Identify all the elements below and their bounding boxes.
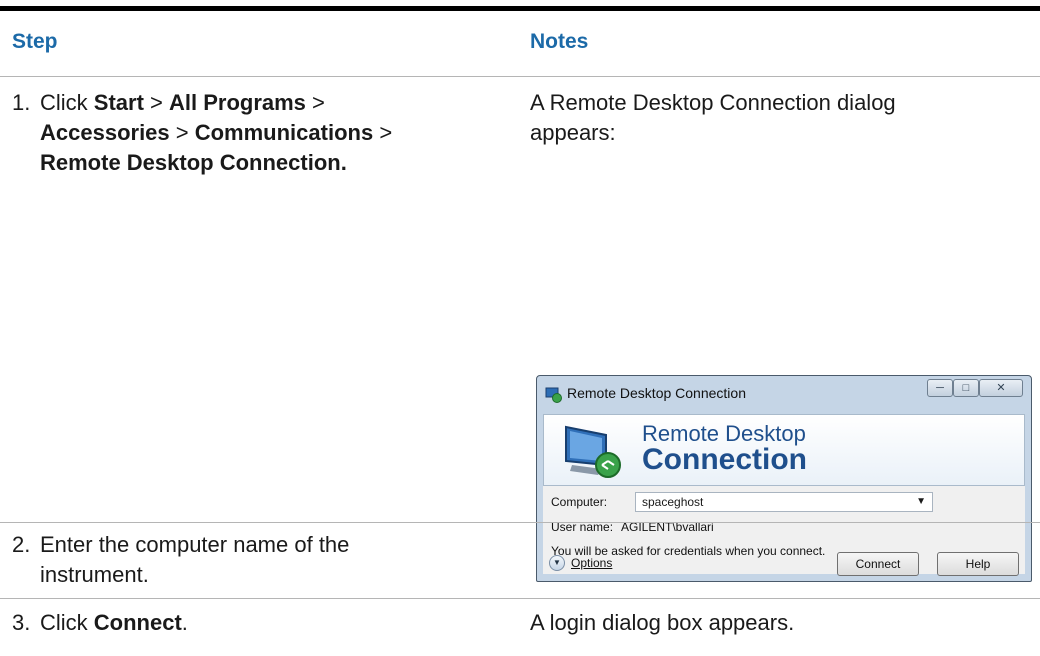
remote-desktop-icon — [545, 387, 562, 403]
header-divider — [0, 76, 1040, 77]
menu-remote-desktop-connection: Remote Desktop Connection. — [40, 150, 347, 175]
options-link[interactable]: Options — [571, 556, 612, 570]
row-1-divider — [0, 522, 1040, 523]
remote-desktop-dialog: Remote Desktop Connection ─ □ ✕ Remote D… — [536, 375, 1032, 582]
step-2-number: 2. — [12, 532, 31, 557]
top-rule — [0, 6, 1040, 11]
column-header-step: Step — [12, 30, 58, 53]
row-2-divider — [0, 598, 1040, 599]
step-2-text: 2. Enter the computer name of the instrum… — [12, 532, 350, 587]
connect-button[interactable]: Connect — [837, 552, 919, 576]
connect-keyword: Connect — [93, 610, 182, 635]
computer-combobox[interactable]: spaceghost ▼ — [635, 492, 933, 512]
maximize-icon[interactable]: □ — [953, 379, 979, 397]
menu-accessories: Accessories — [40, 120, 170, 145]
minimize-icon[interactable]: ─ — [927, 379, 953, 397]
step-3-text: 3. Click Connect. — [12, 608, 492, 638]
monitor-icon — [565, 425, 621, 478]
banner-title-line2: Connection — [642, 443, 807, 476]
step-1-note: A Remote Desktop Connection dialog appea… — [530, 90, 896, 145]
options-expand-icon[interactable]: ▼ — [549, 555, 565, 571]
dialog-banner: Remote Desktop Connection — [543, 414, 1025, 486]
computer-value: spaceghost — [642, 495, 704, 509]
step-1-number: 1. — [12, 90, 31, 115]
dropdown-arrow-icon[interactable]: ▼ — [916, 493, 926, 511]
dialog-title: Remote Desktop Connection — [567, 385, 746, 401]
help-button[interactable]: Help — [937, 552, 1019, 576]
menu-all-programs: All Programs — [168, 90, 306, 115]
menu-communications: Communications — [194, 120, 374, 145]
step-3-number: 3. — [12, 610, 31, 635]
step-3-note: A login dialog box appears. — [530, 610, 795, 635]
menu-start: Start — [93, 90, 144, 115]
step-1-text: 1. Click Start > All Programs > Accessori… — [12, 90, 393, 175]
column-header-notes: Notes — [530, 30, 589, 53]
dialog-titlebar: Remote Desktop Connection ─ □ ✕ — [537, 376, 1031, 414]
close-icon[interactable]: ✕ — [979, 379, 1023, 397]
computer-label: Computer: — [551, 495, 608, 509]
